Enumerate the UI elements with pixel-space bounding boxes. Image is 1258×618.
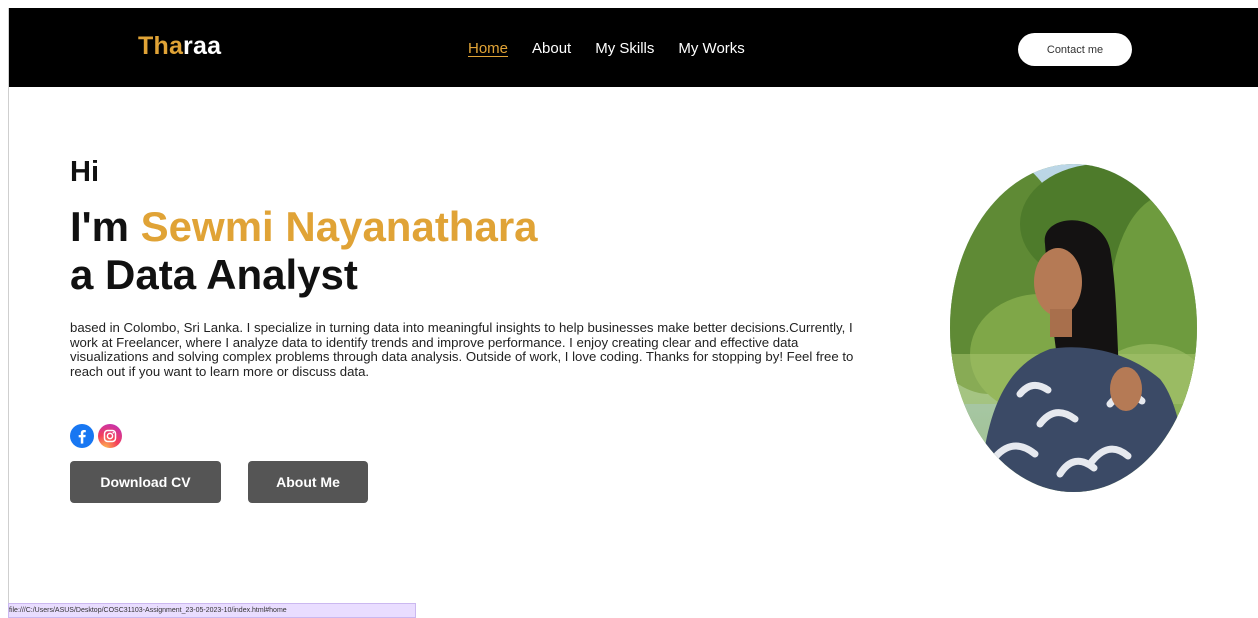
greeting: Hi bbox=[70, 156, 99, 188]
about-me-button[interactable]: About Me bbox=[248, 461, 368, 503]
nav-link-about[interactable]: About bbox=[532, 40, 571, 57]
social-links bbox=[70, 424, 122, 448]
nav-links: Home About My Skills My Works bbox=[468, 40, 769, 57]
hero-section: Hi I'm Sewmi Nayanathara a Data Analyst … bbox=[70, 156, 870, 379]
logo-rest: raa bbox=[183, 32, 222, 60]
headline: I'm Sewmi Nayanathara a Data Analyst bbox=[70, 203, 870, 299]
facebook-icon[interactable] bbox=[70, 424, 94, 448]
download-cv-button[interactable]: Download CV bbox=[70, 461, 221, 503]
logo-accent: Tha bbox=[138, 32, 184, 60]
headline-name: Sewmi Nayanathara bbox=[140, 203, 538, 250]
instagram-icon[interactable] bbox=[98, 424, 122, 448]
profile-photo bbox=[950, 164, 1197, 492]
nav-link-my-works[interactable]: My Works bbox=[678, 40, 744, 57]
browser-status-bar: file:///C:/Users/ASUS/Desktop/COSC31103-… bbox=[8, 603, 416, 618]
bio-paragraph: based in Colombo, Sri Lanka. I specializ… bbox=[70, 320, 854, 379]
headline-role: a Data Analyst bbox=[70, 251, 358, 298]
nav-link-home[interactable]: Home bbox=[468, 40, 508, 57]
navbar: Tharaa Home About My Skills My Works Con… bbox=[9, 8, 1258, 87]
contact-me-button[interactable]: Contact me bbox=[1018, 33, 1132, 66]
site-logo[interactable]: Tharaa bbox=[138, 32, 221, 61]
browser-viewport: Tharaa Home About My Skills My Works Con… bbox=[8, 8, 1258, 618]
headline-im: I'm bbox=[70, 203, 141, 250]
nav-link-my-skills[interactable]: My Skills bbox=[595, 40, 654, 57]
